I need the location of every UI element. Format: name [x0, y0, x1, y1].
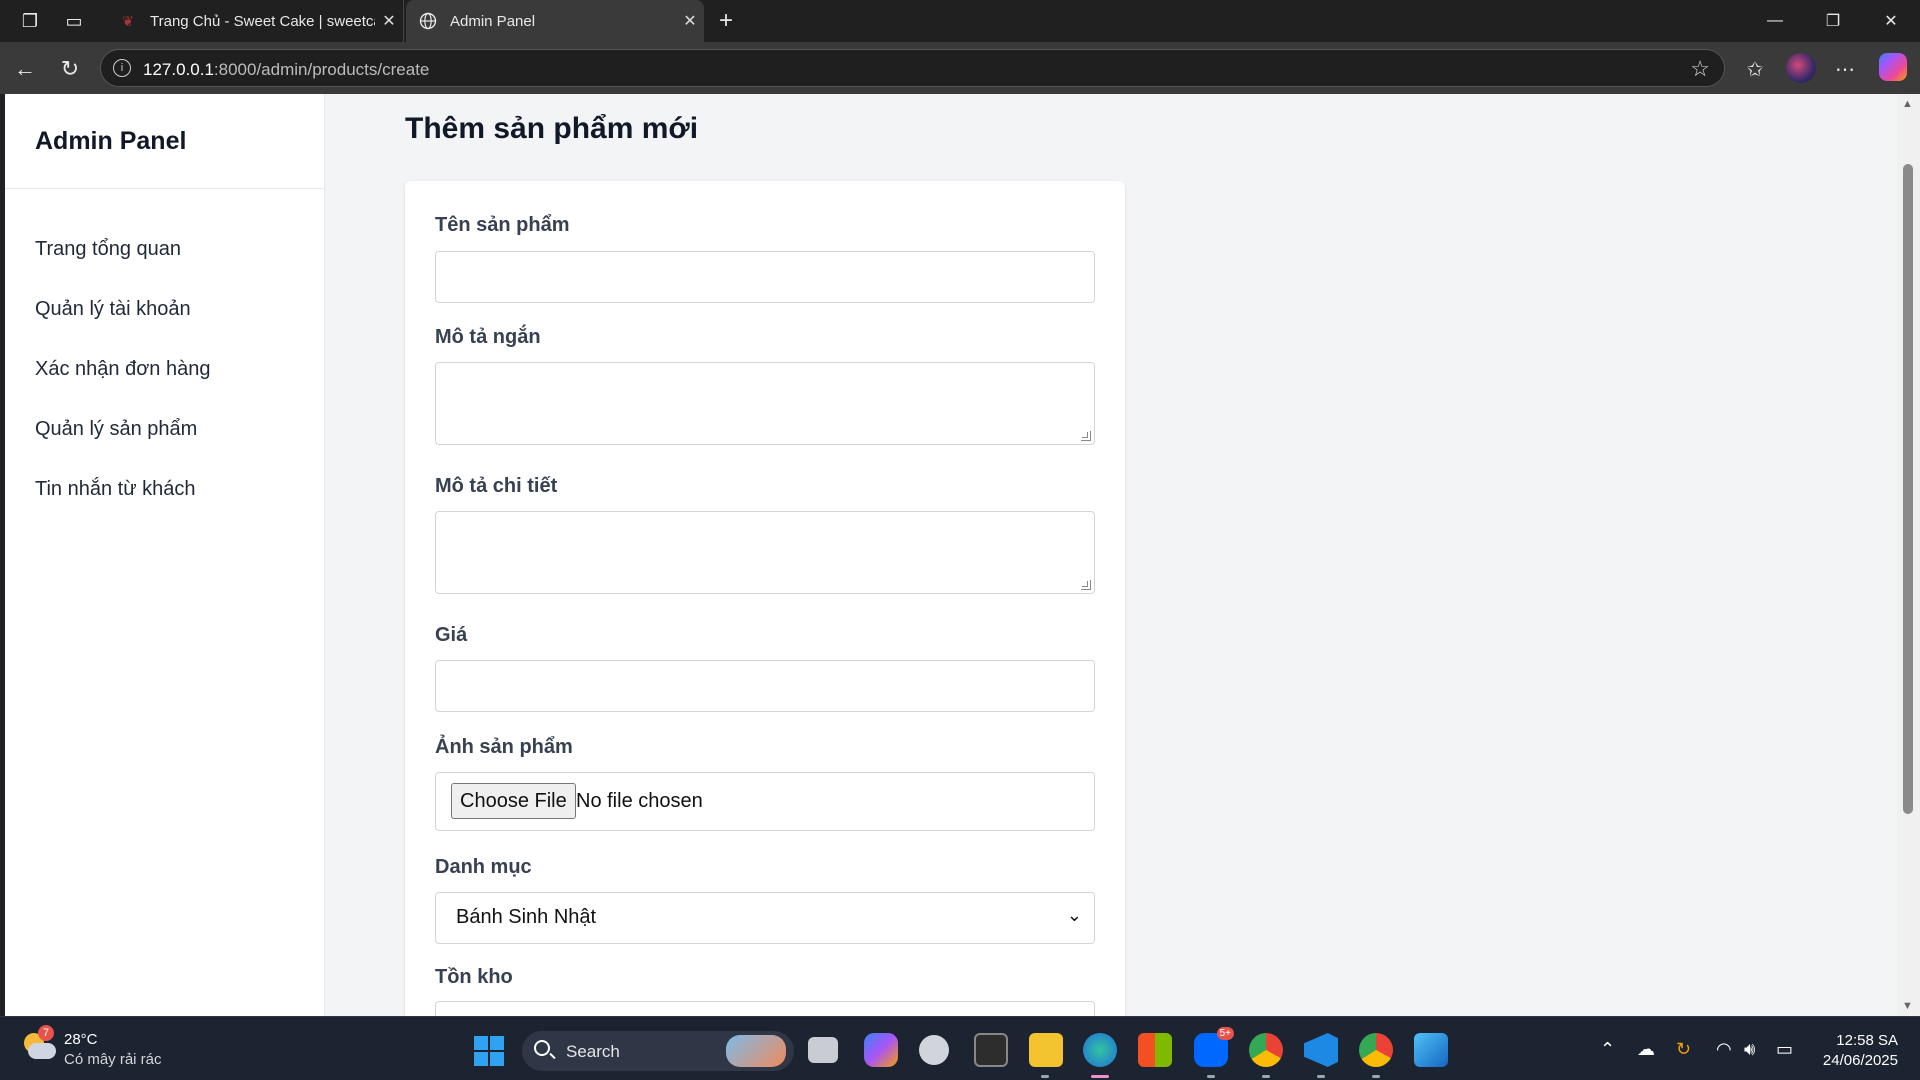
favorite-star-icon[interactable]: ☆ — [1690, 56, 1710, 82]
address-bar[interactable]: i 127.0.0.1:8000/admin/products/create ☆ — [100, 49, 1725, 87]
short-description-label: Mô tả ngắn — [435, 326, 541, 348]
zalo-badge: 5+ — [1216, 1027, 1234, 1040]
sidebar-item-messages[interactable]: Tin nhắn từ khách — [5, 459, 324, 519]
sidebar-item-orders[interactable]: Xác nhận đơn hàng — [5, 339, 324, 399]
weather-desc: Có mây rải rác — [64, 1051, 162, 1068]
brand-title: Admin Panel — [5, 94, 324, 189]
scroll-up-icon[interactable]: ▲ — [1902, 98, 1913, 110]
search-highlight-image — [726, 1035, 786, 1067]
notion-icon[interactable] — [974, 1033, 1008, 1067]
start-button[interactable] — [474, 1036, 504, 1066]
sidebar-item-dashboard[interactable]: Trang tổng quan — [5, 219, 324, 279]
url-text: 127.0.0.1:8000/admin/products/create — [143, 60, 430, 79]
clock-time: 12:58 SA — [1836, 1032, 1898, 1049]
short-description-textarea[interactable] — [435, 362, 1095, 445]
sidebar-menu: Trang tổng quan Quản lý tài khoản Xác nh… — [5, 189, 324, 519]
price-input[interactable] — [435, 660, 1095, 712]
active-indicator — [1091, 1075, 1109, 1078]
sync-icon[interactable]: ↻ — [1676, 1039, 1691, 1060]
microsoft-store-icon[interactable] — [1138, 1033, 1172, 1067]
running-indicator — [1207, 1075, 1215, 1078]
search-app-icon[interactable] — [919, 1035, 949, 1065]
tab-sweet-cake[interactable]: ❦ Trang Chủ - Sweet Cake | sweetcake ✕ — [106, 0, 404, 42]
browser-titlebar: ❐ ▭ ❦ Trang Chủ - Sweet Cake | sweetcake… — [0, 0, 1920, 42]
close-window-icon[interactable]: ✕ — [1862, 0, 1920, 42]
favorites-icon[interactable]: ✩ — [1740, 54, 1770, 84]
profile-avatar[interactable] — [1786, 53, 1816, 83]
admin-sidebar: Admin Panel Trang tổng quan Quản lý tài … — [5, 94, 325, 1016]
running-indicator — [1372, 1075, 1380, 1078]
site-info-icon[interactable]: i — [113, 59, 131, 77]
minimize-icon[interactable]: — — [1746, 0, 1804, 42]
search-label: Search — [566, 1042, 620, 1061]
vscode-icon[interactable] — [1304, 1033, 1338, 1067]
chevron-down-icon: ⌄ — [1066, 905, 1082, 925]
price-label: Giá — [435, 624, 468, 646]
resize-handle-icon[interactable] — [1081, 580, 1091, 590]
new-tab-icon[interactable]: + — [713, 7, 739, 34]
zalo-icon[interactable]: 5+ — [1194, 1027, 1234, 1067]
back-icon[interactable]: ← — [10, 54, 40, 84]
category-select[interactable]: Bánh Sinh Nhật ⌄ — [435, 892, 1095, 944]
product-image-label: Ảnh sản phẩm — [435, 736, 573, 758]
product-name-label: Tên sản phẩm — [435, 214, 570, 236]
stock-input[interactable] — [435, 1001, 1095, 1016]
volume-icon[interactable]: 🔊︎ — [1744, 1039, 1755, 1060]
more-menu-icon[interactable]: ⋯ — [1830, 54, 1860, 84]
copilot-app-icon[interactable] — [864, 1033, 898, 1067]
scroll-down-icon[interactable]: ▼ — [1902, 1000, 1913, 1012]
detail-description-label: Mô tả chi tiết — [435, 475, 558, 497]
taskbar-search[interactable]: Search — [522, 1031, 794, 1071]
reload-icon[interactable]: ↻ — [55, 54, 85, 84]
tab-title: Admin Panel — [450, 12, 536, 30]
file-explorer-icon[interactable] — [1029, 1033, 1063, 1067]
close-tab-icon[interactable]: ✕ — [375, 11, 403, 31]
chrome-profile-icon[interactable] — [1359, 1033, 1393, 1067]
weather-badge: 7 — [38, 1025, 54, 1041]
page-viewport: Admin Panel Trang tổng quan Quản lý tài … — [5, 94, 1897, 1016]
search-icon — [534, 1040, 550, 1056]
photos-icon[interactable] — [1414, 1033, 1448, 1067]
clock-date: 24/06/2025 — [1822, 1052, 1898, 1069]
workspaces-icon[interactable]: ❐ — [17, 8, 43, 34]
page-scrollbar[interactable]: ▲ ▼ — [1897, 94, 1920, 1016]
running-indicator — [1317, 1075, 1325, 1078]
file-status-text: No file chosen — [576, 790, 703, 812]
scrollbar-thumb[interactable] — [1903, 164, 1913, 814]
battery-icon[interactable]: ▭ — [1776, 1039, 1793, 1060]
choose-file-button[interactable]: Choose File — [451, 783, 576, 819]
product-form: Tên sản phẩm Mô tả ngắn Mô tả chi tiết G… — [405, 181, 1125, 1016]
sidebar-item-products[interactable]: Quản lý sản phẩm — [5, 399, 324, 459]
chrome-icon[interactable] — [1249, 1033, 1283, 1067]
weather-temp: 28°C — [64, 1031, 98, 1048]
task-view-icon[interactable] — [808, 1037, 838, 1063]
cake-icon: ❦ — [122, 12, 134, 29]
browser-toolbar: ← ↻ i 127.0.0.1:8000/admin/products/crea… — [0, 42, 1920, 94]
weather-widget[interactable]: 7 28°C Có mây rải rác — [22, 1025, 202, 1071]
product-name-input[interactable] — [435, 251, 1095, 303]
windows-taskbar: 7 28°C Có mây rải rác Search 5+ ⌃ ☁ ↻ ◠ … — [0, 1016, 1920, 1080]
show-hidden-icons-icon[interactable]: ⌃ — [1600, 1039, 1615, 1060]
tab-admin-panel[interactable]: Admin Panel ✕ — [406, 0, 704, 42]
copilot-icon[interactable] — [1879, 53, 1907, 81]
edge-browser-icon[interactable] — [1083, 1033, 1117, 1067]
close-tab-icon[interactable]: ✕ — [676, 11, 704, 31]
detail-description-textarea[interactable] — [435, 511, 1095, 594]
category-label: Danh mục — [435, 856, 532, 878]
product-image-file-input[interactable]: Choose File No file chosen — [435, 772, 1095, 831]
onedrive-icon[interactable]: ☁ — [1637, 1039, 1655, 1060]
running-indicator — [1262, 1075, 1270, 1078]
resize-handle-icon[interactable] — [1081, 431, 1091, 441]
tab-actions-icon[interactable]: ▭ — [61, 8, 87, 34]
tab-title: Trang Chủ - Sweet Cake | sweetcake — [150, 12, 375, 30]
restore-icon[interactable]: ❐ — [1804, 0, 1862, 42]
system-clock[interactable]: 12:58 SA 24/06/2025 — [1823, 1031, 1898, 1071]
stock-label: Tồn kho — [435, 966, 513, 988]
running-indicator — [1041, 1075, 1049, 1078]
category-selected-value: Bánh Sinh Nhật — [456, 906, 597, 928]
page-title: Thêm sản phẩm mới — [405, 112, 699, 145]
wifi-icon[interactable]: ◠ — [1716, 1039, 1732, 1060]
globe-icon — [418, 11, 438, 31]
sidebar-item-accounts[interactable]: Quản lý tài khoản — [5, 279, 324, 339]
